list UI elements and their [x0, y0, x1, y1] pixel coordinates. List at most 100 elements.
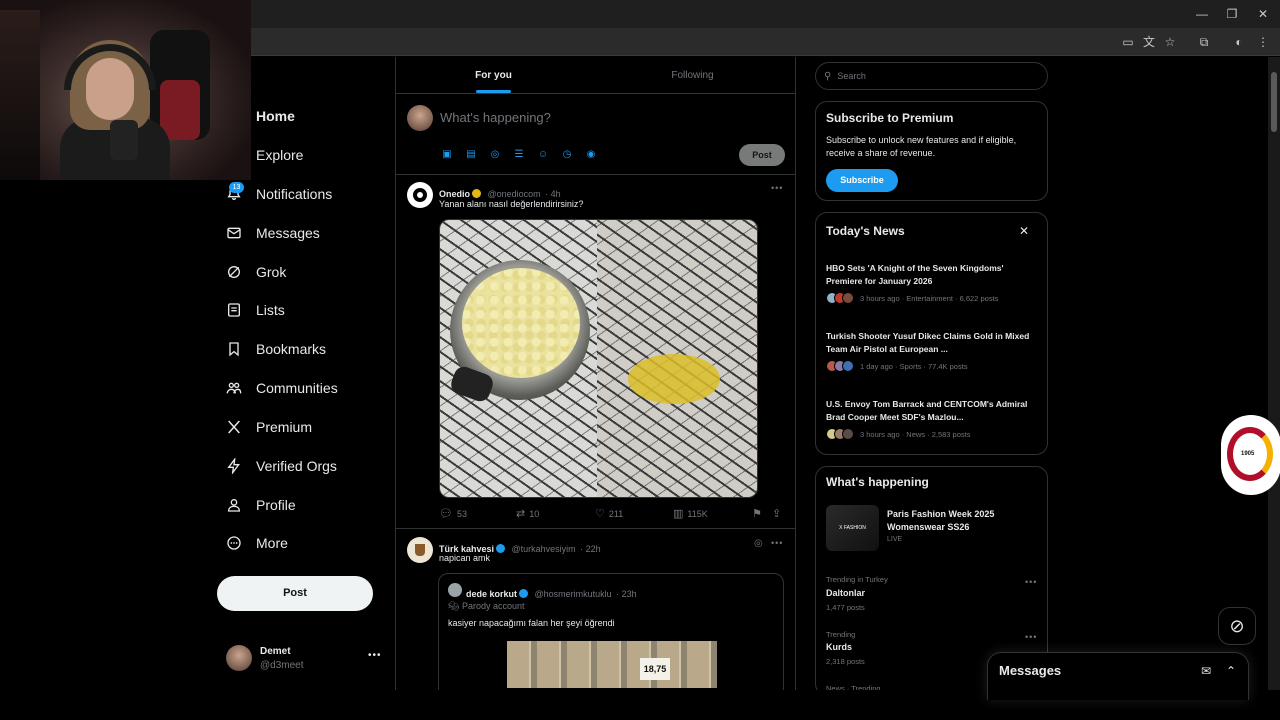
- repost-button[interactable]: ⇄ 10: [516, 507, 539, 520]
- tweet-author-handle[interactable]: @turkahvesiyim: [511, 544, 575, 554]
- tweet-time[interactable]: · 22h: [580, 544, 601, 554]
- grok-icon: ⊘: [1229, 616, 1245, 636]
- trend-category: Trending: [826, 630, 856, 639]
- divider: [396, 174, 795, 175]
- scrollbar-thumb[interactable]: [1271, 72, 1277, 132]
- price-tag: 18,75: [640, 658, 670, 680]
- nav-communities-label: Communities: [256, 380, 338, 396]
- trend-name[interactable]: Daltonlar: [826, 588, 865, 598]
- bottom-area: [0, 690, 987, 720]
- grok-icon: [224, 262, 244, 282]
- news-headline[interactable]: HBO Sets 'A Knight of the Seven Kingdoms…: [826, 262, 1038, 288]
- gif-icon[interactable]: ▤: [464, 148, 478, 162]
- account-more-icon[interactable]: •••: [368, 650, 382, 661]
- nav-explore[interactable]: Explore: [224, 141, 303, 169]
- search-icon: ⚲: [824, 70, 832, 82]
- news-meta-text: 1 day ago · Sports · 77.4K posts: [860, 361, 968, 371]
- compose-post-button[interactable]: Post: [739, 144, 785, 166]
- event-title[interactable]: Paris Fashion Week 2025 Womenswear SS26: [887, 508, 1037, 534]
- quote-text: kasiyer napacağımı falan her şeyi öğrend…: [448, 618, 615, 628]
- news-headline[interactable]: Turkish Shooter Yusuf Dikec Claims Gold …: [826, 330, 1038, 356]
- restore-button[interactable]: ❐: [1217, 4, 1247, 24]
- views-button[interactable]: ▥ 115K: [673, 507, 708, 520]
- translate-icon[interactable]: 文: [1140, 34, 1158, 50]
- search-box[interactable]: ⚲: [815, 62, 1048, 90]
- star-icon[interactable]: ☆: [1161, 34, 1179, 50]
- account-avatar[interactable]: [226, 645, 252, 671]
- avatar-stack: [826, 428, 854, 440]
- tweet-avatar[interactable]: [407, 182, 433, 208]
- quote-header: dede korkut @hosmerimkutuklu · 23h: [466, 584, 637, 602]
- nav-profile[interactable]: Profile: [224, 491, 296, 519]
- heart-icon: ♡: [595, 508, 605, 520]
- nav-verified-orgs[interactable]: Verified Orgs: [224, 452, 337, 480]
- chevron-up-icon[interactable]: ⌃: [1226, 664, 1236, 678]
- envelope-icon: [224, 223, 244, 243]
- tweet-image[interactable]: [439, 219, 758, 498]
- nav-verified-orgs-label: Verified Orgs: [256, 458, 337, 474]
- tab-following[interactable]: Following: [591, 62, 794, 92]
- reply-button[interactable]: 💬︎ 53: [439, 507, 467, 520]
- news-headline[interactable]: U.S. Envoy Tom Barrack and CENTCOM's Adm…: [826, 398, 1038, 424]
- sidebar-post-button[interactable]: Post: [217, 576, 373, 611]
- nav-lists-label: Lists: [256, 302, 285, 318]
- extensions-icon[interactable]: ⧉: [1195, 34, 1213, 50]
- nav-premium[interactable]: Premium: [224, 413, 312, 441]
- event-status: LIVE: [887, 536, 903, 543]
- nav-messages-label: Messages: [256, 225, 320, 241]
- like-button[interactable]: ♡ 211: [595, 507, 623, 520]
- trend-more-icon[interactable]: •••: [1025, 577, 1037, 587]
- close-window-button[interactable]: ✕: [1248, 4, 1278, 24]
- location-icon[interactable]: ◉: [584, 148, 598, 162]
- grok-float-button[interactable]: ⊘: [1218, 607, 1256, 645]
- cast-icon[interactable]: ▭: [1119, 34, 1137, 50]
- news-meta: 3 hours ago · Entertainment · 6,622 post…: [826, 292, 998, 304]
- page-scrollbar[interactable]: [1268, 57, 1280, 690]
- compose-input[interactable]: What's happening?: [440, 110, 551, 125]
- tweet-more-icon[interactable]: •••: [771, 183, 783, 193]
- tweet-author-handle[interactable]: @onediocom: [487, 189, 540, 199]
- tweet-more-icon[interactable]: •••: [771, 538, 783, 548]
- grok-icon[interactable]: ◎: [754, 538, 763, 549]
- repost-count: 10: [529, 508, 540, 519]
- nav-communities[interactable]: Communities: [224, 374, 338, 402]
- image-icon[interactable]: ▣: [440, 148, 454, 162]
- nav-home[interactable]: Home: [224, 102, 295, 130]
- mask-icon: 🎭︎: [448, 601, 462, 611]
- nav-messages[interactable]: Messages: [224, 219, 320, 247]
- trend-count: 2,318 posts: [826, 657, 865, 666]
- browser-menu-icon[interactable]: ⋮: [1254, 34, 1272, 50]
- webcam-overlay: [0, 0, 251, 180]
- subscribe-button[interactable]: Subscribe: [826, 169, 898, 192]
- nav-grok[interactable]: Grok: [224, 258, 286, 286]
- share-button[interactable]: ⇪: [772, 507, 781, 520]
- grok-icon[interactable]: ◎: [488, 148, 502, 162]
- minimize-button[interactable]: —: [1187, 4, 1217, 24]
- nav-notifications-label: Notifications: [256, 186, 333, 202]
- nav-premium-label: Premium: [256, 419, 313, 435]
- event-thumbnail[interactable]: X FASHION: [826, 505, 879, 551]
- trend-name[interactable]: Kurds: [826, 642, 852, 652]
- tweet-time[interactable]: · 4h: [545, 189, 561, 199]
- new-message-icon[interactable]: ✉: [1201, 664, 1211, 678]
- trend-category: Trending in Turkey: [826, 575, 888, 584]
- schedule-icon[interactable]: ◷: [560, 148, 574, 162]
- verified-blue-icon: [496, 544, 506, 553]
- nav-lists[interactable]: Lists: [224, 296, 285, 324]
- nav-more[interactable]: More: [224, 529, 288, 557]
- emoji-icon[interactable]: ☺: [536, 148, 550, 162]
- search-input[interactable]: [837, 71, 1028, 81]
- tweet-author-name[interactable]: Onedio: [439, 189, 470, 199]
- view-count: 115K: [687, 508, 708, 519]
- parody-label-text: Parody account: [461, 601, 525, 611]
- tweet-avatar[interactable]: [407, 537, 433, 563]
- profile-avatar-icon[interactable]: ◐: [1230, 34, 1248, 50]
- bookmark-button[interactable]: ⚑: [752, 507, 762, 520]
- premium-description: Subscribe to unlock new features and if …: [826, 135, 1017, 158]
- nav-bookmarks[interactable]: Bookmarks: [224, 335, 326, 363]
- compose-avatar: [407, 105, 433, 131]
- close-icon[interactable]: ✕: [1019, 224, 1029, 238]
- trend-more-icon[interactable]: •••: [1025, 632, 1037, 642]
- tab-for-you[interactable]: For you: [396, 62, 591, 92]
- poll-icon[interactable]: ☰: [512, 148, 526, 162]
